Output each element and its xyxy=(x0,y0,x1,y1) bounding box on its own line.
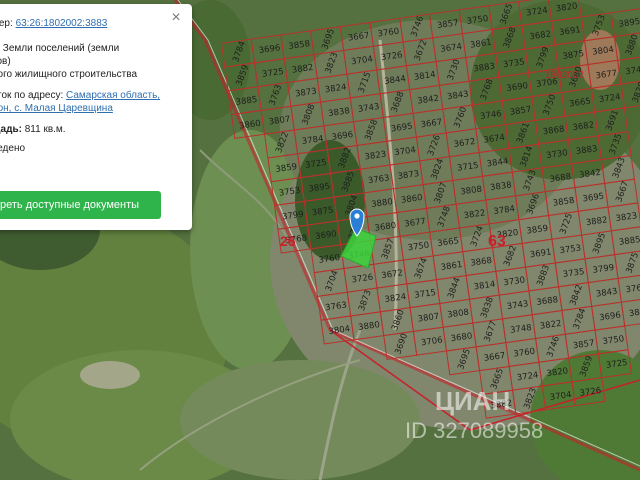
address-link-line-1[interactable]: Самарская область, xyxy=(66,90,160,101)
area-row: щадь: 811 кв.м. xyxy=(0,123,66,136)
svg-text:ID 327089958: ID 327089958 xyxy=(405,418,543,443)
view-documents-button[interactable]: реть доступные документы xyxy=(0,191,161,219)
permitted-use: ного жилищного строительства xyxy=(0,69,137,80)
area-label: щадь: xyxy=(0,124,22,135)
address-link-line-2[interactable]: йон, с. Малая Царевщина xyxy=(0,102,113,115)
cadastral-label: мер: xyxy=(0,18,13,29)
address-row: сток по адресу: Самарская область, xyxy=(0,89,160,102)
category-row: ь: Земли поселений (земли xyxy=(0,42,119,55)
parcel-number: 3748 xyxy=(625,64,640,77)
zone-label-63: 63 xyxy=(488,233,506,250)
extra-info: ведено xyxy=(0,143,26,154)
category-value: Земли поселений (земли xyxy=(2,43,120,54)
zone-label-26: 26 xyxy=(280,233,296,249)
area-value: 811 кв.м. xyxy=(24,124,66,135)
parcel-number: 3858 xyxy=(628,306,640,319)
address-label: сток по адресу: xyxy=(0,90,64,101)
block-label: 1802002 xyxy=(545,70,584,81)
close-icon[interactable]: × xyxy=(168,10,184,26)
svg-text:ЦИАН: ЦИАН xyxy=(435,386,510,416)
parcel-info-card: × мер: 63:26:1802002:3883 ь: Земли посел… xyxy=(0,4,192,230)
category-line-2: тов) xyxy=(0,56,11,67)
cadastral-row: мер: 63:26:1802002:3883 xyxy=(0,17,107,30)
cadastral-number-link[interactable]: 63:26:1802002:3883 xyxy=(16,18,108,29)
parcel-number: 3768 xyxy=(625,282,640,295)
